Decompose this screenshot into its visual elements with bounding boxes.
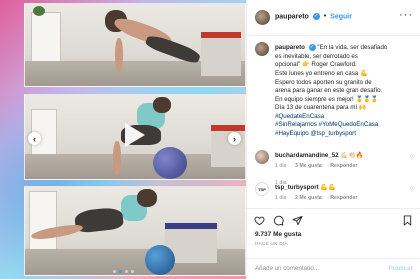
post-actions: 9.737 Me gusta HACE UN DÍA Añade un come… (247, 208, 420, 279)
hashtag-link[interactable]: #QuedateEnCasa (275, 113, 324, 120)
add-comment-bar: Añade un comentario... Publicar (247, 258, 420, 279)
play-icon[interactable] (117, 119, 149, 151)
likes-count[interactable]: 9.737 Me gusta (255, 231, 301, 238)
publish-button[interactable]: Publicar (389, 265, 413, 272)
caption-username[interactable]: paupareto (275, 44, 305, 51)
comment-icon[interactable] (273, 215, 284, 226)
caption-line: En equipo siempre es mejor! 🥇🥇🥇 (275, 95, 379, 103)
post-sidebar: paupareto ✓ • Seguir ··· paupareto ✓ "En… (246, 0, 420, 279)
comment-item: buchardamandine_52 💪🏻👏🏻🔥 1 día 3 Me gust… (255, 150, 415, 174)
comment-heart-icon[interactable]: ♡ (410, 154, 415, 161)
post-header: paupareto ✓ • Seguir ··· (247, 0, 420, 36)
caption-line: Espero todos aporten su granito de (275, 78, 372, 86)
comment-item: TSP tsp_turbysport 💪💪 1 día 2 Me gusta R… (255, 182, 415, 206)
follow-button[interactable]: Seguir (330, 13, 352, 20)
hashtag-link[interactable]: #SinRelajarnos #YoMeQuedoEnCasa (275, 121, 378, 128)
caption-line: arena para ganar en este gran desafío. (275, 87, 383, 95)
commenter-username[interactable]: buchardamandine_52 (275, 152, 339, 159)
commenter-avatar[interactable] (255, 150, 269, 164)
chevron-right-icon[interactable]: › (228, 132, 241, 145)
caption-line: Día 13 de cuarentena para mí 🙌 (275, 104, 367, 112)
more-options-icon[interactable]: ··· (399, 9, 413, 21)
comment-input[interactable]: Añade un comentario... (255, 265, 383, 272)
comment-meta: 1 día 3 Me gusta Responder (275, 163, 364, 169)
carousel-dot (130, 270, 134, 273)
comment-body: 💪💪 (320, 184, 336, 191)
comment-body: 💪🏻👏🏻🔥 (340, 152, 364, 159)
post-media[interactable]: ‹ › (0, 0, 246, 279)
verified-badge-icon: ✓ (312, 13, 320, 20)
comment-text: tsp_turbysport 💪💪 (275, 184, 413, 193)
heart-icon[interactable] (254, 215, 265, 226)
reply-button[interactable]: Responder (330, 195, 357, 201)
author-username[interactable]: paupareto (275, 13, 309, 20)
verified-badge-icon: ✓ (308, 44, 316, 51)
commenter-username[interactable]: tsp_turbysport (275, 184, 319, 191)
carousel-dot (118, 270, 122, 273)
chevron-left-icon[interactable]: ‹ (28, 132, 41, 145)
share-icon[interactable] (292, 215, 303, 226)
workout-image-panel-3 (24, 186, 246, 276)
header-separator: • (323, 13, 327, 21)
comment-meta: 1 día 2 Me gusta Responder (275, 195, 364, 201)
caption-line: opcional" 👉 Roger Crawford. (275, 61, 357, 69)
bookmark-icon[interactable] (402, 215, 413, 226)
reply-button[interactable]: Responder (330, 163, 357, 169)
commenter-avatar[interactable]: TSP (255, 182, 269, 196)
carousel-dot (124, 270, 128, 273)
comment-text: buchardamandine_52 💪🏻👏🏻🔥 (275, 152, 413, 161)
caption-line: Este lunes yo entreno en casa 💪 (275, 69, 368, 77)
comment-likes[interactable]: 3 Me gusta (295, 163, 322, 169)
comment-time: 1 día (275, 163, 287, 169)
caption-text: paupareto ✓ "En la vida, ser desafiado e… (275, 44, 413, 139)
carousel-dot (112, 270, 116, 273)
comment-likes[interactable]: 2 Me gusta (295, 195, 322, 201)
comment-time: 1 día (275, 195, 287, 201)
author-avatar[interactable] (255, 42, 269, 56)
author-avatar[interactable] (255, 10, 270, 25)
hashtag-link[interactable]: #HayEquipo @tsp_turbysport (275, 130, 356, 137)
carousel-indicator (0, 270, 246, 273)
caption-line: "En la vida, ser desafiado (317, 44, 388, 52)
caption-comment: paupareto ✓ "En la vida, ser desafiado e… (255, 42, 415, 186)
workout-image-panel-1 (24, 3, 246, 87)
post-date: HACE UN DÍA (255, 241, 288, 246)
caption-line: es inevitable, ser derrotado es (275, 52, 358, 60)
comment-heart-icon[interactable]: ♡ (410, 186, 415, 193)
